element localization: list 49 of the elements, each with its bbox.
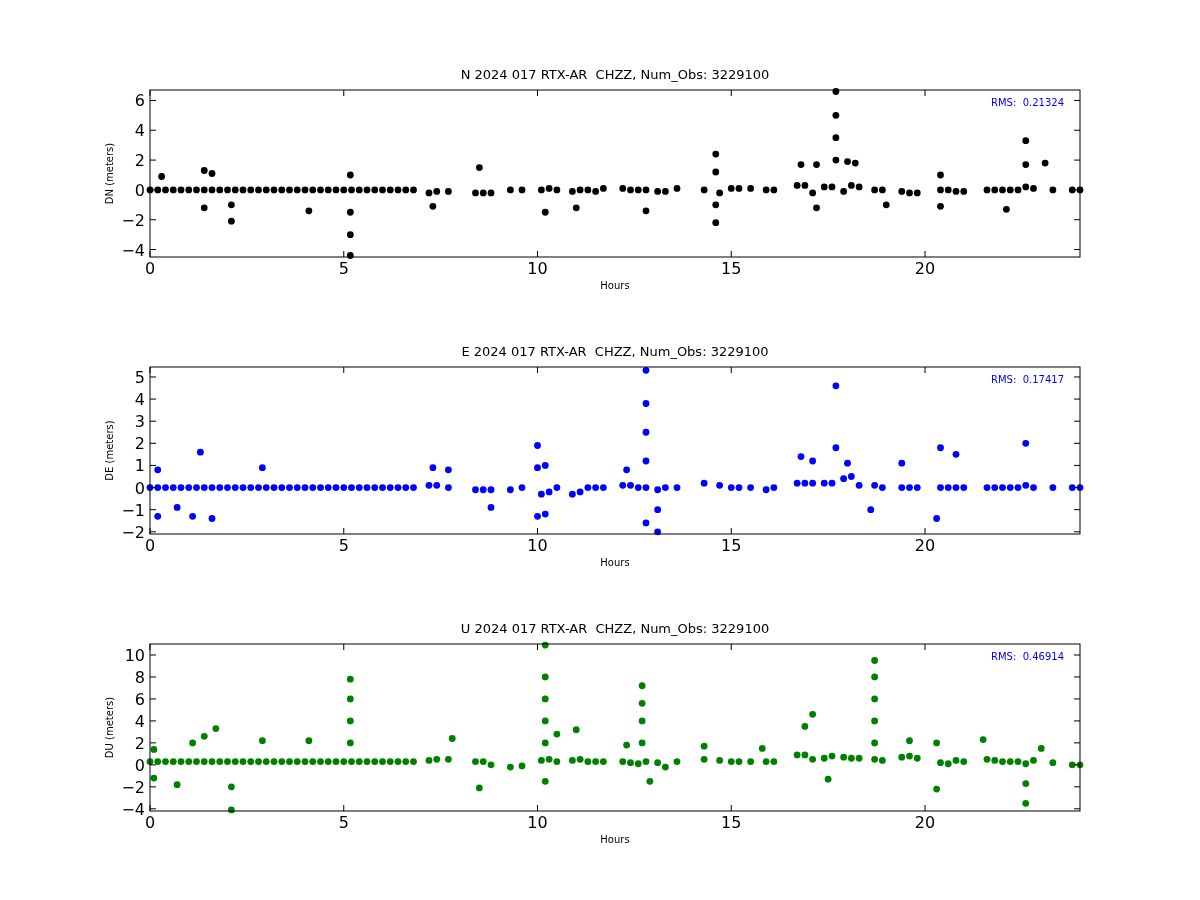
- chart-title: N 2024 017 RTX-AR CHZZ, Num_Obs: 3229100: [460, 67, 770, 82]
- tick-label: 15: [721, 536, 742, 555]
- tick-label: 10: [527, 536, 548, 555]
- tick-label: 1: [134, 456, 145, 476]
- tick-label: 20: [914, 259, 936, 278]
- tick-label: −4: [121, 799, 145, 819]
- tick-label: 5: [134, 367, 145, 387]
- axis-label: DU (meters): [104, 696, 115, 759]
- tick-label: 5: [338, 536, 349, 555]
- tick-label: 0: [134, 478, 145, 498]
- tick-label: −2: [121, 522, 145, 542]
- tick-label: 4: [134, 121, 145, 141]
- axis-label: Hours: [600, 557, 630, 568]
- tick-label: −2: [121, 210, 145, 230]
- tick-label: −1: [121, 500, 145, 520]
- axis-label: Hours: [600, 280, 630, 291]
- tick-label: 4: [134, 390, 145, 410]
- tick-label: 10: [124, 646, 145, 665]
- tick-label: 5: [338, 259, 349, 278]
- axis-label: DE (meters): [104, 420, 115, 481]
- tick-label: 10: [527, 813, 548, 832]
- chart-title: E 2024 017 RTX-AR CHZZ, Num_Obs: 3229100: [461, 344, 769, 359]
- tick-label: 2: [134, 151, 145, 171]
- tick-label: 0: [144, 536, 156, 555]
- tick-label: −2: [121, 777, 145, 797]
- tick-label: 0: [134, 180, 145, 200]
- tick-label: 0: [134, 755, 145, 775]
- tick-label: 10: [527, 259, 548, 278]
- tick-label: 0: [144, 259, 156, 278]
- tick-label: 0: [144, 813, 156, 832]
- tick-label: 2: [134, 733, 145, 753]
- rms-label: RMS: 0.17417: [991, 374, 1064, 385]
- axis-label: DN (meters): [104, 142, 115, 205]
- tick-label: 5: [338, 813, 349, 832]
- tick-label: −4: [121, 240, 145, 260]
- tick-label: 2: [134, 434, 145, 454]
- tick-label: 3: [134, 412, 145, 432]
- axis-label: Hours: [600, 834, 630, 845]
- chart-title: U 2024 017 RTX-AR CHZZ, Num_Obs: 3229100: [460, 621, 770, 636]
- tick-label: 6: [134, 689, 145, 709]
- tick-label: 15: [721, 259, 742, 278]
- tick-label: 4: [134, 711, 145, 731]
- tick-label: 15: [721, 813, 742, 832]
- tick-label: 8: [134, 667, 145, 687]
- tick-label: 6: [134, 91, 145, 111]
- rms-label: RMS: 0.21324: [991, 97, 1064, 108]
- tick-label: 20: [914, 536, 936, 555]
- rms-label: RMS: 0.46914: [991, 651, 1064, 662]
- tick-label: 20: [914, 813, 936, 832]
